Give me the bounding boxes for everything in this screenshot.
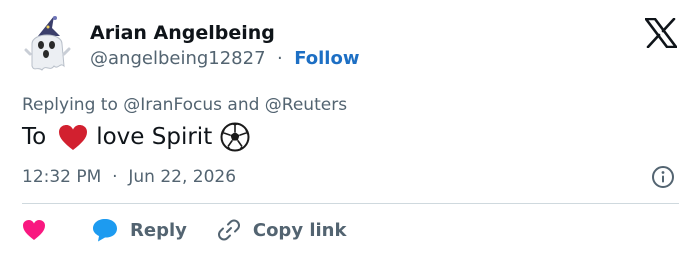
copy-link-button[interactable]: Copy link (217, 218, 347, 242)
replying-to-conj: and (222, 95, 265, 115)
info-icon[interactable] (651, 165, 675, 189)
x-logo-icon[interactable] (644, 17, 678, 49)
timestamp-separator: · (106, 167, 123, 187)
tweet-timestamp[interactable]: 12:32 PM · Jun 22, 2026 (22, 167, 236, 187)
follow-button[interactable]: Follow (294, 48, 359, 69)
replying-to-prefix: Replying to (22, 95, 124, 115)
replying-to-line: Replying to @IranFocus and @Reuters (22, 95, 347, 115)
tweet-text-end: love Spirit (96, 124, 213, 150)
divider (22, 203, 679, 204)
heart-icon (23, 220, 45, 240)
author-handle[interactable]: @angelbeing12827 (90, 48, 266, 69)
tweet-time: 12:32 PM (22, 167, 102, 187)
like-button[interactable] (22, 219, 46, 241)
link-icon (217, 219, 240, 241)
speech-bubble-icon (93, 219, 117, 242)
tweet-text-start: To (22, 124, 47, 150)
tweet-actions: Reply Copy link (22, 214, 346, 246)
tweet-date: Jun 22, 2026 (128, 167, 237, 187)
mention-iranfocus[interactable]: @IranFocus (123, 95, 222, 115)
ghost-wizard-avatar-icon (24, 16, 71, 71)
copy-link-label: Copy link (252, 219, 347, 241)
author-handle-row: @angelbeing12827 · Follow (90, 48, 359, 69)
author-name[interactable]: Arian Angelbeing (90, 22, 275, 44)
reply-button[interactable]: Reply (92, 218, 187, 242)
tweet-text: To love Spirit (22, 122, 250, 152)
red-heart-icon (58, 124, 88, 151)
mention-reuters[interactable]: @Reuters (265, 95, 347, 115)
reply-label: Reply (130, 219, 187, 241)
avatar[interactable] (24, 14, 72, 78)
soccer-ball-icon (220, 122, 250, 152)
handle-separator: · (271, 48, 289, 69)
